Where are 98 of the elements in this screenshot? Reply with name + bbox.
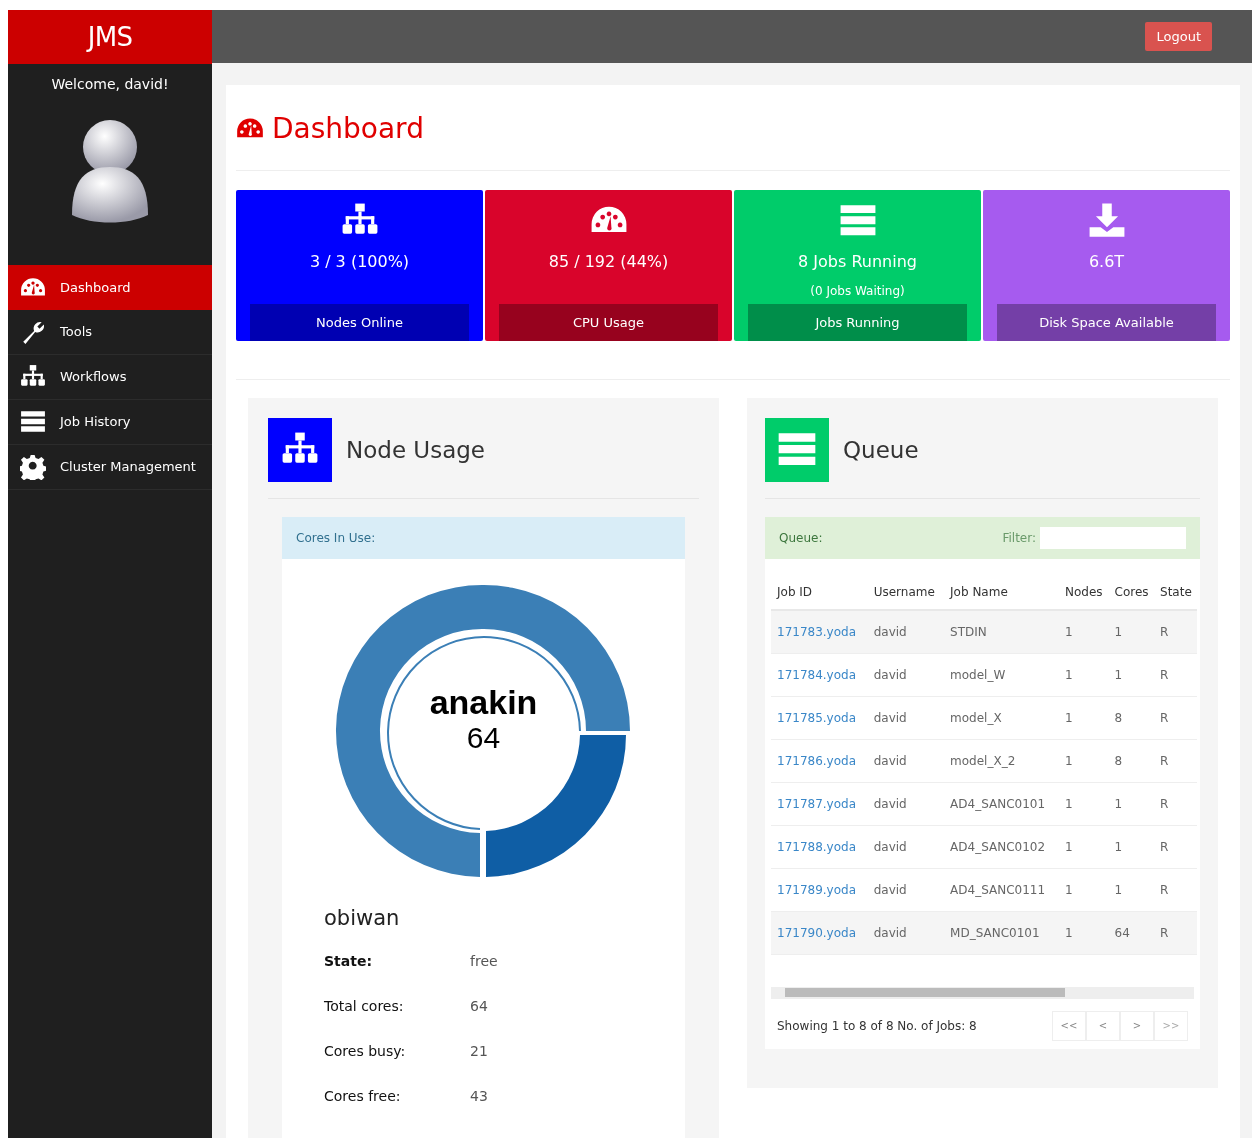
brand-logo: JMS <box>87 20 133 54</box>
column-header[interactable]: Nodes <box>1058 575 1109 610</box>
detail-label: State: <box>324 951 373 971</box>
table-cell: 1 <box>1058 825 1109 868</box>
node-name: anakin <box>429 685 538 719</box>
table-cell: 1 <box>1058 696 1109 739</box>
table-cell: 1 <box>1108 653 1154 696</box>
detail-label: Cores free: <box>324 1086 402 1106</box>
table-cell: david <box>867 739 945 782</box>
stat-value: 3 / 3 (100%) <box>309 251 410 273</box>
table-cell: model_X <box>944 696 1059 739</box>
logout-button[interactable]: Logout <box>1145 21 1212 52</box>
nav-item[interactable]: Workflows <box>8 355 212 400</box>
job-link[interactable]: 171788.yoda <box>771 825 868 868</box>
stat-label: Disk Space Available <box>997 304 1216 341</box>
column-header[interactable]: Job Name <box>944 575 1059 610</box>
filter-label: Filter: <box>1002 530 1036 547</box>
page-title: Dashboard <box>272 110 424 147</box>
stat-label: CPU Usage <box>499 304 718 341</box>
table-cell: AD4_SANC0111 <box>944 868 1059 911</box>
job-link[interactable]: 171785.yoda <box>771 696 868 739</box>
table-cell: 1 <box>1108 610 1154 653</box>
stat-value: 85 / 192 (44%) <box>548 251 669 273</box>
table-cell: 1 <box>1058 653 1109 696</box>
horizontal-scrollbar[interactable] <box>771 986 1194 999</box>
column-header[interactable]: Job ID <box>771 575 868 610</box>
node-name: obiwan <box>324 905 401 932</box>
table-cell: 64 <box>1108 911 1154 954</box>
nav-item[interactable]: Job History <box>8 400 212 445</box>
table-cell: AD4_SANC0102 <box>944 825 1059 868</box>
table-cell: model_W <box>944 653 1059 696</box>
stat-value: 6.6T <box>1088 251 1125 273</box>
card-title: Queue: <box>779 530 823 547</box>
table-cell: 1 <box>1108 868 1154 911</box>
table-cell: 1 <box>1058 868 1109 911</box>
server-icon <box>20 409 46 435</box>
detail-value: free <box>470 951 498 971</box>
pager-button[interactable]: >> <box>1154 1010 1188 1041</box>
section-title: Queue <box>843 435 919 465</box>
table-cell: R <box>1154 825 1197 868</box>
job-link[interactable]: 171789.yoda <box>771 868 868 911</box>
job-link[interactable]: 171783.yoda <box>771 610 868 653</box>
job-link[interactable]: 171787.yoda <box>771 782 868 825</box>
table-cell: 8 <box>1108 739 1154 782</box>
core-count: 64 <box>466 723 501 753</box>
nav-item[interactable]: Dashboard <box>8 265 212 310</box>
job-link[interactable]: 171790.yoda <box>771 911 868 954</box>
table-cell: R <box>1154 911 1197 954</box>
filter-field[interactable] <box>1040 527 1186 549</box>
wrench-icon <box>20 319 46 345</box>
stat-value: 8 Jobs Running <box>798 251 917 273</box>
table-cell: 1 <box>1058 782 1109 825</box>
table-cell: R <box>1154 610 1197 653</box>
table-cell: model_X_2 <box>944 739 1059 782</box>
stat-subvalue: (0 Jobs Waiting) <box>810 283 905 298</box>
pager-button[interactable]: > <box>1120 1010 1154 1041</box>
table-cell: 8 <box>1108 696 1154 739</box>
table-cell: R <box>1154 739 1197 782</box>
table-cell: 1 <box>1058 911 1109 954</box>
column-header[interactable]: Username <box>867 575 945 610</box>
table-cell: R <box>1154 696 1197 739</box>
stat-label: Nodes Online <box>250 304 469 341</box>
table-cell: R <box>1154 653 1197 696</box>
table-cell: david <box>867 782 945 825</box>
pager-button[interactable]: << <box>1052 1010 1086 1041</box>
table-cell: AD4_SANC0101 <box>944 782 1059 825</box>
detail-value: 21 <box>470 1041 488 1061</box>
detail-value: 43 <box>470 1086 488 1106</box>
section-title: Node Usage <box>346 435 485 465</box>
download-icon <box>1087 202 1126 240</box>
welcome-text: Welcome, david! <box>51 75 169 94</box>
table-cell: david <box>867 653 945 696</box>
table-cell: R <box>1154 782 1197 825</box>
table-cell: david <box>867 868 945 911</box>
table-cell: R <box>1154 868 1197 911</box>
card-title: Cores In Use: <box>296 530 376 547</box>
table-cell: 1 <box>1058 610 1109 653</box>
stat-label: Jobs Running <box>748 304 967 341</box>
table-cell: 1 <box>1058 739 1109 782</box>
table-cell: 1 <box>1108 825 1154 868</box>
detail-label: Total cores: <box>324 996 405 1016</box>
table-cell: david <box>867 610 945 653</box>
job-link[interactable]: 171786.yoda <box>771 739 868 782</box>
table-cell: 1 <box>1108 782 1154 825</box>
table-summary: Showing 1 to 8 of 8 No. of Jobs: 8 <box>777 1017 977 1035</box>
table-cell: david <box>867 911 945 954</box>
column-header[interactable]: Cores <box>1108 575 1154 610</box>
detail-value: 64 <box>470 996 488 1016</box>
table-cell: david <box>867 825 945 868</box>
table-cell: MD_SANC0101 <box>944 911 1059 954</box>
settings-icon <box>20 454 46 480</box>
table-cell: STDIN <box>944 610 1059 653</box>
table-cell: david <box>867 696 945 739</box>
column-header[interactable]: State <box>1154 575 1197 610</box>
pager-button[interactable]: < <box>1086 1010 1120 1041</box>
detail-label: Cores busy: <box>324 1041 407 1061</box>
nav-item[interactable]: Cluster Management <box>8 445 212 490</box>
job-link[interactable]: 171784.yoda <box>771 653 868 696</box>
